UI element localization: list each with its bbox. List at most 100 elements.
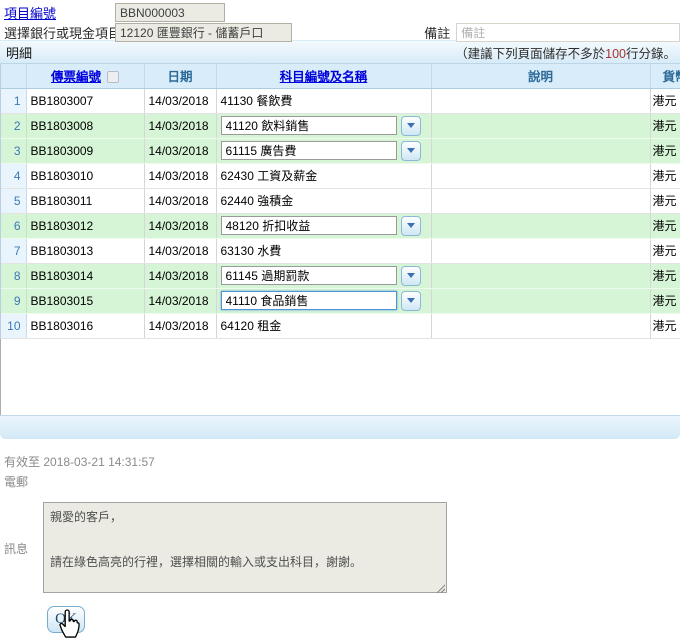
- voucher-cell: BB1803016: [26, 313, 144, 338]
- table-row: 6BB180301214/03/2018港元: [1, 213, 680, 238]
- remark-label: 備註: [424, 23, 450, 42]
- table-empty-area: [0, 339, 680, 415]
- valid-until-line: 有效至 2018-03-21 14:31:57: [0, 453, 680, 469]
- table-row: 3BB180300914/03/2018 港元: [1, 138, 680, 163]
- voucher-cell: BB1803010: [26, 163, 144, 188]
- voucher-sort-link[interactable]: 傳票編號: [51, 70, 101, 84]
- account-cell: 62430 工資及薪金: [216, 163, 431, 188]
- email-label: 電郵: [0, 473, 680, 489]
- project-number-label-cell: 項目編號: [4, 3, 115, 22]
- account-combobox: [221, 141, 427, 161]
- table-row: 1BB180300714/03/201841130 餐飲費港元: [1, 88, 680, 113]
- account-dropdown-button[interactable]: [401, 266, 421, 286]
- chevron-down-icon: [407, 148, 415, 153]
- table-row: 7BB180301314/03/201863130 水費港元: [1, 238, 680, 263]
- account-dropdown-button[interactable]: [401, 141, 421, 161]
- description-cell: [431, 163, 650, 188]
- table-row: 5BB180301114/03/201862440 強積金 港元: [1, 188, 680, 213]
- entries-table: 傳票編號 日期 科目編號及名稱 說明 貨幣 1BB180300714/03/20…: [1, 64, 680, 339]
- date-cell: 14/03/2018: [144, 238, 216, 263]
- voucher-column-header: 傳票編號: [26, 64, 144, 88]
- account-cell: [216, 288, 431, 313]
- row-number-cell: 2: [1, 113, 26, 138]
- detail-title: 明細: [6, 43, 32, 62]
- voucher-cell: BB1803012: [26, 213, 144, 238]
- table-row: 10BB180301614/03/201864120 租金港元: [1, 313, 680, 338]
- account-combobox: [221, 266, 427, 286]
- message-textarea-wrap: 親愛的客戶， 請在綠色高亮的行裡，選擇相關的輸入或支出科目，謝謝。: [43, 502, 447, 596]
- currency-column-header: 貨幣: [650, 64, 680, 88]
- project-number-link[interactable]: 項目編號: [4, 6, 56, 21]
- date-cell: 14/03/2018: [144, 188, 216, 213]
- row-number-cell: 6: [1, 213, 26, 238]
- table-footer-bar: [0, 415, 680, 439]
- voucher-cell: BB1803011: [26, 188, 144, 213]
- account-combobox: [221, 291, 427, 311]
- account-combobox: [221, 216, 427, 236]
- account-dropdown-button[interactable]: [401, 216, 421, 236]
- currency-cell: 港元: [650, 163, 680, 188]
- top-form: 項目編號 選擇銀行或現金項目 備註: [0, 0, 680, 40]
- account-sort-link[interactable]: 科目編號及名稱: [280, 70, 368, 84]
- voucher-cell: BB1803015: [26, 288, 144, 313]
- row-number-cell: 1: [1, 88, 26, 113]
- detail-note: （建議下列頁面儲存不多於100行分錄。: [455, 43, 676, 62]
- row-number-cell: 3: [1, 138, 26, 163]
- description-cell: [431, 238, 650, 263]
- select-all-checkbox[interactable]: [107, 71, 119, 83]
- account-cell: [216, 138, 431, 163]
- account-cell: [216, 263, 431, 288]
- account-select-input[interactable]: [221, 141, 397, 160]
- chevron-down-icon: [407, 223, 415, 228]
- chevron-down-icon: [407, 298, 415, 303]
- table-row: 2BB180300814/03/2018 港元: [1, 113, 680, 138]
- description-cell: [431, 213, 650, 238]
- currency-cell: 港元: [650, 313, 680, 338]
- voucher-cell: BB1803014: [26, 263, 144, 288]
- currency-cell: 港元: [650, 138, 680, 163]
- detail-section-bar: 明細 （建議下列頁面儲存不多於100行分錄。: [0, 40, 680, 64]
- row-number-cell: 8: [1, 263, 26, 288]
- account-cell: 41130 餐飲費: [216, 88, 431, 113]
- date-cell: 14/03/2018: [144, 113, 216, 138]
- voucher-cell: BB1803013: [26, 238, 144, 263]
- remark-input[interactable]: [456, 23, 680, 42]
- description-column-header: 說明: [431, 64, 650, 88]
- bank-account-input: [115, 23, 292, 42]
- chevron-down-icon: [407, 123, 415, 128]
- account-select-input[interactable]: [221, 291, 397, 310]
- row-number-cell: 5: [1, 188, 26, 213]
- account-column-header: 科目編號及名稱: [216, 64, 431, 88]
- description-cell: [431, 313, 650, 338]
- table-row: 4BB180301014/03/201862430 工資及薪金港元: [1, 163, 680, 188]
- valid-until-label: 有效至: [4, 455, 40, 469]
- valid-until-value: 2018-03-21 14:31:57: [43, 455, 154, 469]
- account-cell: 62440 強積金: [216, 188, 431, 213]
- currency-cell: 港元: [650, 288, 680, 313]
- account-select-input[interactable]: [221, 116, 397, 135]
- currency-cell: 港元: [650, 188, 680, 213]
- hand-cursor-icon: [56, 608, 80, 638]
- account-dropdown-button[interactable]: [401, 291, 421, 311]
- message-label: 訊息: [0, 540, 43, 557]
- description-cell: [431, 138, 650, 163]
- row-number-header: [1, 64, 26, 88]
- description-cell: [431, 288, 650, 313]
- description-cell: [431, 113, 650, 138]
- currency-cell: 港元: [650, 113, 680, 138]
- table-row: 9BB180301514/03/2018港元: [1, 288, 680, 313]
- project-number-input: [115, 3, 225, 22]
- account-cell: 64120 租金: [216, 313, 431, 338]
- description-cell: [431, 263, 650, 288]
- date-cell: 14/03/2018: [144, 138, 216, 163]
- chevron-down-icon: [407, 273, 415, 278]
- account-cell: [216, 113, 431, 138]
- voucher-cell: BB1803009: [26, 138, 144, 163]
- row-number-cell: 7: [1, 238, 26, 263]
- description-cell: [431, 188, 650, 213]
- voucher-cell: BB1803008: [26, 113, 144, 138]
- account-dropdown-button[interactable]: [401, 116, 421, 136]
- account-select-input[interactable]: [221, 266, 397, 285]
- date-cell: 14/03/2018: [144, 313, 216, 338]
- account-select-input[interactable]: [221, 216, 397, 235]
